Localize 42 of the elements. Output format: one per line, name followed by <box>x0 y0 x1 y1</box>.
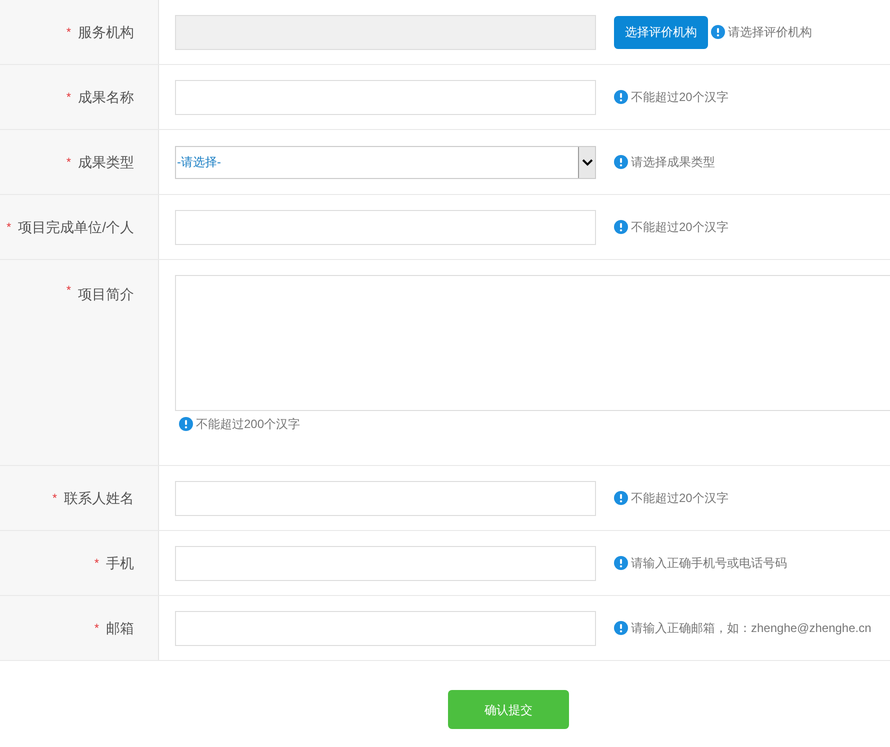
info-icon <box>614 155 628 169</box>
hint-text: 不能超过200个汉字 <box>196 416 300 433</box>
info-icon <box>614 90 628 104</box>
field-label: 项目完成单位/个人 <box>18 218 134 236</box>
info-icon <box>614 220 628 234</box>
input-field[interactable] <box>175 80 596 114</box>
field-label: 服务机构 <box>78 22 134 42</box>
required-asterisk: * <box>66 156 71 168</box>
select-agency-button[interactable]: 选择评价机构 <box>614 16 708 48</box>
info-icon <box>614 491 628 505</box>
required-asterisk: * <box>66 26 71 38</box>
required-asterisk: * <box>66 284 71 296</box>
info-icon <box>614 621 628 635</box>
input-field[interactable] <box>175 610 596 646</box>
info-icon <box>614 556 628 570</box>
hint-text: 请输入正确邮箱，如：zhenghe@zhenghe.cn <box>631 620 872 637</box>
required-asterisk: * <box>6 221 12 233</box>
hint-text: 请输入正确手机号或电话号码 <box>631 555 787 572</box>
field-label: 成果类型 <box>78 152 134 172</box>
submit-button[interactable]: 确认提交 <box>448 690 569 729</box>
required-asterisk: * <box>52 492 57 504</box>
chevron-down-icon <box>582 158 592 166</box>
required-asterisk: * <box>94 557 99 569</box>
field-label: 手机 <box>106 554 134 572</box>
hint-text: 不能超过20个汉字 <box>631 89 728 106</box>
select-dropdown[interactable]: -请选择- <box>175 146 596 178</box>
required-asterisk: * <box>66 91 71 103</box>
hint-text: 请选择成果类型 <box>631 154 715 171</box>
hint-text: 不能超过20个汉字 <box>631 219 728 236</box>
input-field[interactable] <box>175 480 596 516</box>
hint-text: 不能超过20个汉字 <box>631 490 728 507</box>
field-label: 成果名称 <box>78 88 134 106</box>
input-field[interactable] <box>175 210 596 244</box>
text-area[interactable] <box>175 275 890 411</box>
field-label: 项目简介 <box>78 285 134 304</box>
hint-text: 请选择评价机构 <box>728 24 812 41</box>
field-label: 联系人姓名 <box>64 488 134 508</box>
info-icon <box>711 25 725 39</box>
info-icon <box>179 417 193 431</box>
field-label: 邮箱 <box>106 618 134 638</box>
required-asterisk: * <box>94 622 99 634</box>
input-field[interactable] <box>175 546 596 580</box>
